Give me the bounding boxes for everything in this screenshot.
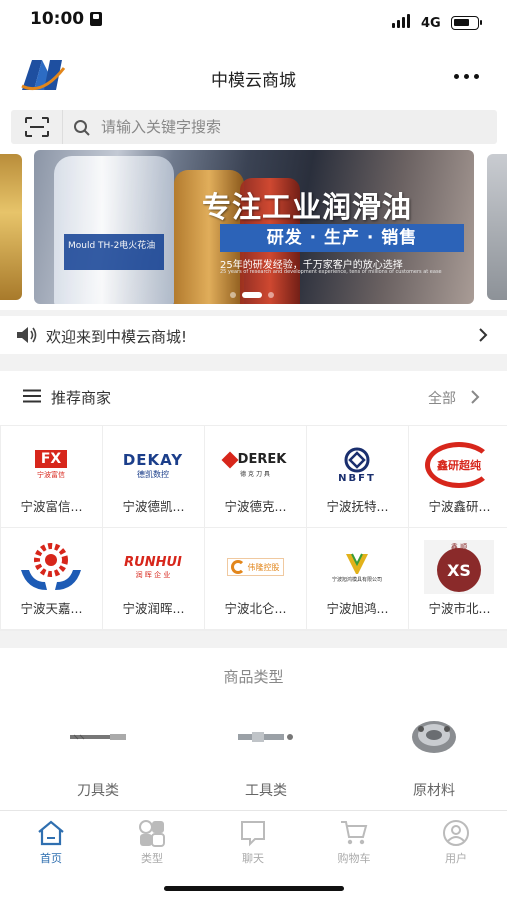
merchant-name: 宁波抚特... (326, 499, 389, 514)
merchant-name: 宁波市北... (428, 601, 491, 616)
category-grid-icon (139, 820, 165, 847)
merchant-name: 宁波旭鸿... (326, 601, 389, 616)
merchant-name: 宁波北仑... (224, 601, 287, 616)
merchant-card[interactable]: RUNHUI 润 晖 企 业 宁波润晖... (103, 528, 204, 629)
tool-image (226, 712, 306, 762)
chat-icon (241, 821, 265, 847)
scan-icon (25, 117, 49, 137)
page-title: 中模云商城 (211, 71, 296, 91)
product-categories: 商品类型 刀具类 工具类 原材料 (0, 648, 507, 812)
more-options-icon[interactable] (454, 74, 479, 79)
tab-label: 购物车 (337, 852, 371, 865)
merchant-logo: NBFT (319, 440, 395, 490)
carousel-dot[interactable] (230, 292, 236, 298)
category-item[interactable]: 工具类 (206, 712, 326, 802)
search-box (11, 110, 497, 144)
banner-headline: 专注工业润滑油 (202, 190, 413, 224)
merchant-logo: FX 宁波富信 (13, 440, 89, 490)
carousel-indicator (230, 292, 274, 298)
tab-label: 用户 (445, 852, 467, 865)
merchant-card[interactable]: FX 宁波富信 宁波富信... (1, 426, 102, 527)
merchant-card[interactable]: 鑫 顺 XS 宁波市北... (409, 528, 507, 629)
sim-card-icon (90, 12, 102, 26)
battery-icon (451, 16, 482, 30)
banner-next-slide[interactable] (487, 154, 507, 300)
notice-bar[interactable]: 欢迎来到中模云商城! (0, 316, 507, 354)
menu-icon (23, 389, 41, 403)
merchant-logo: 鑫 顺 XS (421, 540, 497, 594)
category-label: 刀具类 (77, 783, 119, 799)
merchant-card[interactable]: 宁波天嘉... (1, 528, 102, 629)
carousel-dot-active[interactable] (242, 292, 262, 298)
tab-home[interactable]: 首页 (11, 819, 91, 869)
cart-icon (341, 821, 368, 845)
merchant-name: 宁波天嘉... (20, 601, 83, 616)
home-indicator[interactable] (164, 886, 344, 891)
tab-label: 类型 (141, 852, 163, 865)
search-input[interactable] (101, 110, 481, 144)
merchant-name: 宁波德凯... (122, 499, 185, 514)
tab-label: 聊天 (242, 852, 264, 865)
search-bar (0, 104, 507, 150)
banner-tagline-en: 25 years of research and development exp… (220, 269, 442, 275)
tab-chat[interactable]: 聊天 (213, 819, 293, 869)
banner-slide[interactable]: Mould TH-2电火花油 专注工业润滑油 研发 · 生产 · 销售 25年的… (34, 150, 474, 304)
banner-subtitle: 研发 · 生产 · 销售 (220, 224, 464, 252)
merchant-name: 宁波润晖... (122, 601, 185, 616)
recommended-merchants: 推荐商家 全部 FX 宁波富信 宁波富信... DEKAY 德凯数控 宁波德凯.… (0, 371, 507, 631)
raw-material-image (394, 712, 474, 762)
search-icon (74, 120, 90, 136)
tab-user[interactable]: 用户 (416, 819, 496, 869)
status-bar: 10:00 4G (0, 0, 507, 46)
chevron-right-icon[interactable] (470, 389, 480, 405)
merchant-name: 宁波富信... (20, 499, 83, 514)
banner-bottle-image: Mould TH-2电火花油 (54, 156, 174, 304)
signal-icon (392, 14, 410, 28)
merchant-logo: 宁波旭鸿模具有限公司 (319, 542, 395, 592)
category-item[interactable]: 原材料 (374, 712, 494, 802)
home-icon (38, 820, 64, 846)
cutter-tool-image (58, 712, 138, 762)
category-label: 工具类 (245, 783, 287, 799)
bottle-label: Mould TH-2电火花油 (64, 234, 164, 270)
scan-button[interactable] (11, 110, 63, 144)
category-label: 原材料 (413, 783, 455, 799)
merchant-logo: DEKAY 德凯数控 (122, 450, 184, 479)
chevron-right-icon (479, 328, 488, 342)
merchants-header: 推荐商家 全部 (0, 371, 507, 423)
merchant-card[interactable]: 伟隆控股 宁波北仑... (205, 528, 306, 629)
merchant-logo: DEREK 德 克 刀 具 (217, 440, 293, 490)
merchant-name: 宁波德克... (224, 499, 287, 514)
merchant-grid: FX 宁波富信 宁波富信... DEKAY 德凯数控 宁波德凯... DEREK… (0, 425, 507, 631)
categories-title: 商品类型 (223, 668, 284, 686)
merchant-card[interactable]: 宁波旭鸿模具有限公司 宁波旭鸿... (307, 528, 408, 629)
user-icon (443, 820, 469, 846)
merchant-card[interactable]: NBFT 宁波抚特... (307, 426, 408, 527)
category-item[interactable]: 刀具类 (38, 712, 158, 802)
merchant-logo (13, 542, 89, 592)
merchant-name: 宁波鑫研... (428, 499, 491, 514)
merchant-card[interactable]: 鑫研超纯 宁波鑫研... (409, 426, 507, 527)
merchants-title: 推荐商家 (51, 389, 112, 407)
carousel-dot[interactable] (268, 292, 274, 298)
merchant-card[interactable]: DEKAY 德凯数控 宁波德凯... (103, 426, 204, 527)
nav-bar: 中模云商城 (0, 46, 507, 104)
tab-cart[interactable]: 购物车 (314, 819, 394, 869)
banner-prev-slide[interactable] (0, 154, 22, 300)
banner-carousel[interactable]: Mould TH-2电火花油 专注工业润滑油 研发 · 生产 · 销售 25年的… (0, 150, 507, 310)
merchant-logo: RUNHUI 润 晖 企 业 (124, 554, 182, 579)
merchant-logo: 伟隆控股 (217, 542, 293, 592)
notice-text: 欢迎来到中模云商城! (46, 328, 188, 346)
status-time: 10:00 (30, 9, 85, 29)
merchant-card[interactable]: DEREK 德 克 刀 具 宁波德克... (205, 426, 306, 527)
speaker-icon (17, 327, 37, 343)
view-all-merchants-link[interactable]: 全部 (428, 388, 456, 408)
network-type: 4G (421, 16, 441, 31)
tab-label: 首页 (40, 852, 62, 865)
merchant-logo: 鑫研超纯 (421, 440, 497, 490)
tab-categories[interactable]: 类型 (112, 819, 192, 869)
